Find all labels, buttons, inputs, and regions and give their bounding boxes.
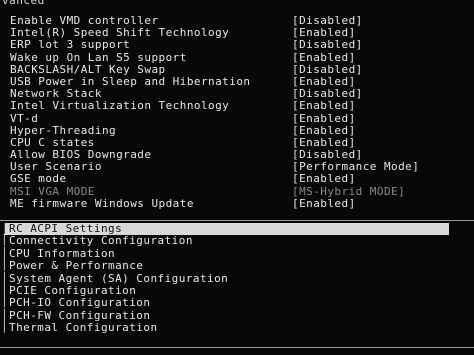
setting-label: MSI VGA MODE: [10, 184, 95, 198]
submenu-label: PCIE Configuration: [9, 283, 137, 297]
setting-row[interactable]: ME firmware Windows Update [Enabled]: [10, 196, 470, 210]
setting-value[interactable]: [Enabled]: [292, 112, 356, 125]
setting-row[interactable]: MSI VGA MODE [MS-Hybrid MODE]: [10, 184, 470, 198]
setting-label: Intel Virtualization Technology: [10, 99, 230, 113]
submenu-label: Thermal Configuration: [9, 321, 158, 335]
setting-row[interactable]: GSE mode [Enabled]: [10, 173, 470, 185]
divider: [0, 220, 474, 221]
setting-row[interactable]: Wake up On Lan S5 support [Enabled]: [10, 50, 470, 64]
setting-value[interactable]: [Disabled]: [292, 39, 363, 51]
setting-value[interactable]: [Enabled]: [292, 173, 356, 185]
submenu-label: PCH-FW Configuration: [9, 308, 151, 322]
settings-list: Enable VMD controller [Disabled] Intel(R) …: [10, 14, 470, 210]
setting-row[interactable]: User Scenario [Performance Mode]: [10, 161, 470, 173]
setting-label: GSE mode: [10, 172, 67, 186]
setting-row[interactable]: VT-d [Enabled]: [10, 111, 470, 125]
setting-value[interactable]: [Enabled]: [292, 100, 356, 112]
submenu-label: Power & Performance: [9, 259, 144, 273]
setting-row[interactable]: Intel Virtualization Technology [Enabled]: [10, 100, 470, 112]
bios-screen: vanced Enable VMD controller [Disabled] In…: [0, 0, 474, 355]
submenu-label: Connectivity Configuration: [9, 234, 193, 248]
submenu-label: CPU Information: [9, 246, 116, 260]
submenu-label: PCH-IO Configuration: [9, 296, 151, 310]
submenu-list: ▏ RC ACPI Settings ▏ Connectivity Configura…: [4, 222, 474, 335]
setting-row[interactable]: ERP lot 3 support [Disabled]: [10, 39, 470, 51]
setting-label: ERP lot 3 support: [10, 38, 131, 52]
submenu-label: System Agent (SA) Configuration: [9, 271, 229, 285]
submenu-label: RC ACPI Settings: [9, 222, 123, 235]
setting-value[interactable]: [MS-Hybrid MODE]: [292, 185, 405, 198]
bottom-divider: [0, 347, 474, 348]
caret-right-icon: ▏: [4, 322, 11, 334]
setting-label: VT-d: [10, 111, 39, 125]
page-title: vanced: [2, 0, 45, 7]
setting-value[interactable]: [Enabled]: [292, 197, 356, 210]
setting-value[interactable]: [Enabled]: [292, 51, 356, 64]
setting-label: Wake up On Lan S5 support: [10, 50, 187, 64]
setting-label: ME firmware Windows Update: [10, 196, 194, 210]
submenu-item[interactable]: ▏ Thermal Configuration: [4, 321, 474, 335]
